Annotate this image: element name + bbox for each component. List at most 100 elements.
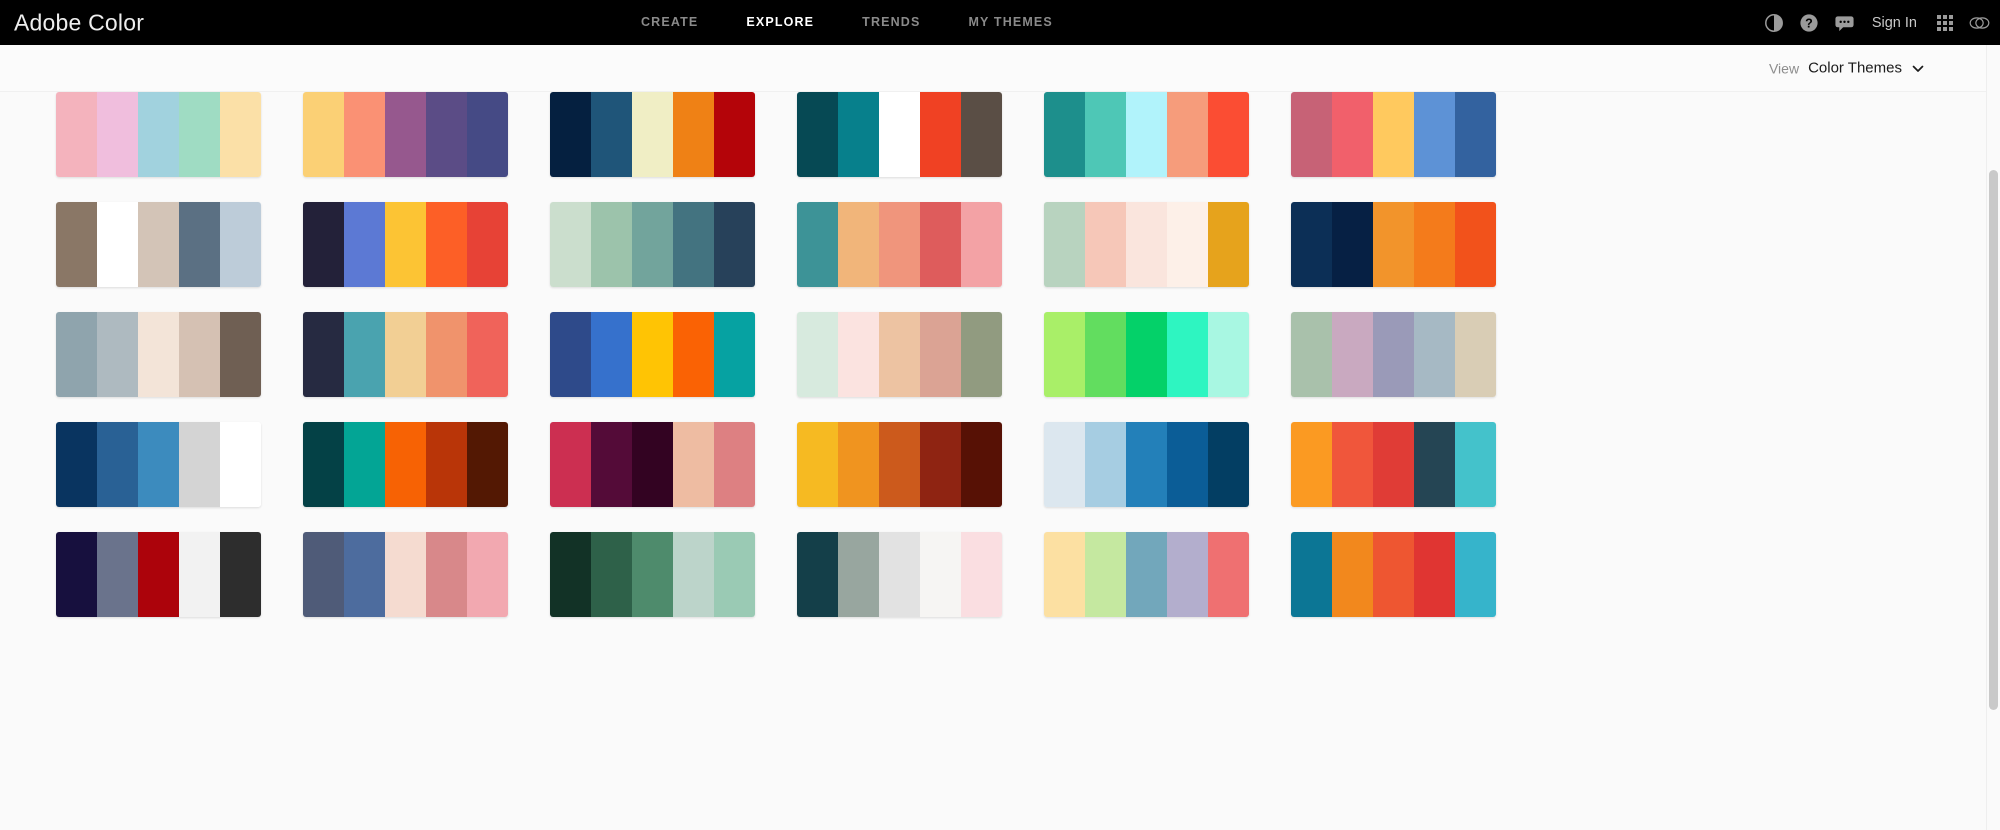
nav-item-my-themes[interactable]: MY THEMES: [944, 0, 1076, 45]
color-swatch[interactable]: [1373, 422, 1414, 507]
color-swatch[interactable]: [1373, 92, 1414, 177]
color-theme-card[interactable]: [550, 92, 755, 177]
color-swatch[interactable]: [467, 532, 508, 617]
color-swatch[interactable]: [550, 422, 591, 507]
color-swatch[interactable]: [1414, 312, 1455, 397]
color-swatch[interactable]: [673, 422, 714, 507]
color-swatch[interactable]: [961, 92, 1002, 177]
color-swatch[interactable]: [1373, 202, 1414, 287]
scrollbar-thumb[interactable]: [1989, 170, 1998, 710]
color-swatch[interactable]: [303, 312, 344, 397]
color-swatch[interactable]: [385, 532, 426, 617]
color-swatch[interactable]: [1167, 202, 1208, 287]
color-swatch[interactable]: [220, 92, 261, 177]
color-swatch[interactable]: [467, 312, 508, 397]
color-theme-card[interactable]: [550, 202, 755, 287]
color-theme-card[interactable]: [1044, 312, 1249, 397]
color-swatch[interactable]: [1414, 92, 1455, 177]
color-swatch[interactable]: [179, 202, 220, 287]
color-swatch[interactable]: [838, 202, 879, 287]
color-swatch[interactable]: [1455, 202, 1496, 287]
color-swatch[interactable]: [879, 312, 920, 397]
color-swatch[interactable]: [303, 532, 344, 617]
color-swatch[interactable]: [467, 422, 508, 507]
color-swatch[interactable]: [879, 92, 920, 177]
view-selector[interactable]: View Color Themes: [1769, 60, 1925, 77]
color-swatch[interactable]: [344, 202, 385, 287]
color-theme-card[interactable]: [797, 532, 1002, 617]
color-swatch[interactable]: [1332, 312, 1373, 397]
color-swatch[interactable]: [426, 422, 467, 507]
color-swatch[interactable]: [303, 422, 344, 507]
vertical-scrollbar[interactable]: [1986, 45, 2000, 830]
color-swatch[interactable]: [179, 92, 220, 177]
color-swatch[interactable]: [632, 422, 673, 507]
color-swatch[interactable]: [1414, 532, 1455, 617]
color-theme-card[interactable]: [56, 92, 261, 177]
color-swatch[interactable]: [1126, 202, 1167, 287]
color-theme-card[interactable]: [550, 312, 755, 397]
color-swatch[interactable]: [1085, 422, 1126, 507]
color-theme-card[interactable]: [56, 532, 261, 617]
color-swatch[interactable]: [714, 532, 755, 617]
color-swatch[interactable]: [97, 92, 138, 177]
color-theme-card[interactable]: [303, 422, 508, 507]
color-swatch[interactable]: [97, 422, 138, 507]
color-swatch[interactable]: [1085, 312, 1126, 397]
color-swatch[interactable]: [673, 312, 714, 397]
color-swatch[interactable]: [138, 422, 179, 507]
color-swatch[interactable]: [1085, 532, 1126, 617]
color-swatch[interactable]: [1291, 202, 1332, 287]
help-icon[interactable]: ?: [1799, 12, 1820, 33]
color-swatch[interactable]: [1085, 202, 1126, 287]
color-theme-card[interactable]: [1044, 202, 1249, 287]
color-swatch[interactable]: [344, 92, 385, 177]
contrast-icon[interactable]: [1764, 12, 1785, 33]
color-theme-card[interactable]: [303, 532, 508, 617]
color-swatch[interactable]: [1208, 422, 1249, 507]
color-swatch[interactable]: [1455, 312, 1496, 397]
color-swatch[interactable]: [961, 202, 1002, 287]
color-swatch[interactable]: [344, 422, 385, 507]
color-theme-card[interactable]: [303, 92, 508, 177]
color-swatch[interactable]: [1167, 422, 1208, 507]
color-swatch[interactable]: [714, 312, 755, 397]
color-swatch[interactable]: [591, 92, 632, 177]
color-theme-card[interactable]: [1291, 422, 1496, 507]
color-swatch[interactable]: [1291, 312, 1332, 397]
color-swatch[interactable]: [426, 202, 467, 287]
color-swatch[interactable]: [673, 202, 714, 287]
color-swatch[interactable]: [920, 202, 961, 287]
chevron-down-icon[interactable]: [1911, 61, 1925, 75]
color-swatch[interactable]: [961, 532, 1002, 617]
color-swatch[interactable]: [591, 532, 632, 617]
color-swatch[interactable]: [1291, 422, 1332, 507]
color-swatch[interactable]: [550, 92, 591, 177]
color-swatch[interactable]: [920, 532, 961, 617]
color-swatch[interactable]: [920, 92, 961, 177]
color-swatch[interactable]: [591, 312, 632, 397]
color-theme-card[interactable]: [1044, 532, 1249, 617]
color-swatch[interactable]: [179, 532, 220, 617]
color-swatch[interactable]: [138, 312, 179, 397]
color-swatch[interactable]: [1373, 532, 1414, 617]
color-swatch[interactable]: [1044, 312, 1085, 397]
color-swatch[interactable]: [1126, 92, 1167, 177]
color-swatch[interactable]: [879, 202, 920, 287]
color-swatch[interactable]: [673, 92, 714, 177]
color-theme-card[interactable]: [1291, 92, 1496, 177]
color-swatch[interactable]: [797, 422, 838, 507]
color-swatch[interactable]: [1291, 92, 1332, 177]
color-theme-card[interactable]: [303, 312, 508, 397]
color-swatch[interactable]: [1332, 202, 1373, 287]
color-swatch[interactable]: [1126, 532, 1167, 617]
color-swatch[interactable]: [1208, 532, 1249, 617]
color-swatch[interactable]: [220, 422, 261, 507]
color-swatch[interactable]: [138, 92, 179, 177]
color-swatch[interactable]: [1332, 422, 1373, 507]
color-swatch[interactable]: [632, 202, 673, 287]
color-swatch[interactable]: [632, 312, 673, 397]
color-swatch[interactable]: [1291, 532, 1332, 617]
color-swatch[interactable]: [344, 312, 385, 397]
color-swatch[interactable]: [1167, 92, 1208, 177]
